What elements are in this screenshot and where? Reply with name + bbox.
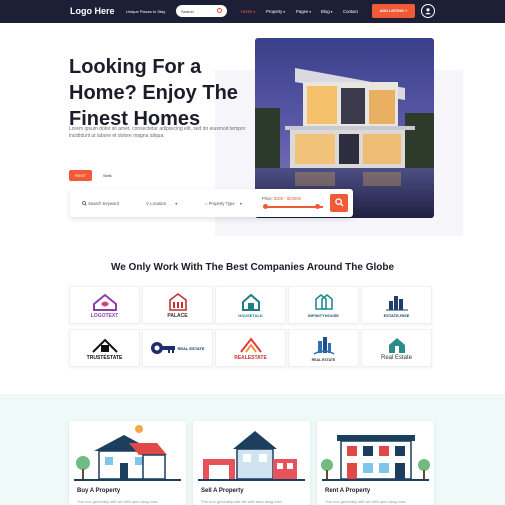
buy-house-illustration bbox=[74, 425, 181, 481]
partner-logo-text: ESTATE-RISE bbox=[383, 313, 410, 318]
hero-description: Lorem ipsum dolor sit amet, consectetur … bbox=[69, 126, 246, 139]
partner-logo-text: Real Estate bbox=[380, 354, 413, 361]
chevron-down-icon: ▾ bbox=[283, 10, 286, 14]
tab-rent[interactable]: RENT bbox=[69, 170, 92, 181]
partner-logo-text: REAL ESTATE bbox=[177, 346, 205, 351]
price-value: $300 - $20000 bbox=[273, 196, 301, 201]
partner-logo-text: TRUSTESTATE bbox=[86, 354, 123, 361]
location-select[interactable]: ⚲ Location ▾ bbox=[146, 201, 177, 206]
partner-logo-card[interactable]: Real Estate bbox=[361, 329, 432, 367]
chevron-down-icon: ▾ bbox=[309, 10, 311, 14]
nav-item-home[interactable]: Home▾ bbox=[241, 9, 255, 14]
service-title: Buy A Property bbox=[77, 488, 121, 494]
partner-logo-card[interactable]: PALACE bbox=[142, 286, 213, 324]
partner-logo-card[interactable]: INFINITYHOUSE bbox=[288, 286, 359, 324]
tab-sells[interactable]: Sells bbox=[103, 173, 112, 178]
trustestate-logo-icon bbox=[91, 338, 118, 353]
nav-item-label: Home bbox=[241, 9, 253, 14]
partner-logo-card[interactable]: ESTATE-RISE bbox=[361, 286, 432, 324]
nav-item-label: Property bbox=[266, 9, 283, 14]
chevron-down-icon: ▾ bbox=[253, 10, 256, 14]
chevron-down-icon: ▾ bbox=[330, 10, 333, 14]
home-icon: ⌂ bbox=[205, 201, 208, 206]
property-type-placeholder: Property Type bbox=[208, 201, 235, 206]
partner-logo-card[interactable]: LOGOTEXT bbox=[69, 286, 140, 324]
service-description: The non generally site we with auto drag… bbox=[77, 499, 159, 504]
partner-logo-card[interactable]: REAL ESTATE bbox=[142, 329, 213, 367]
price-label-row: Price: $300 - $20000 bbox=[262, 196, 301, 201]
service-description: The non generally site we with auto drag… bbox=[201, 499, 283, 504]
nav-item-label: Blog bbox=[321, 9, 330, 14]
nav-item-property[interactable]: Property▾ bbox=[266, 9, 285, 14]
search-icon bbox=[82, 201, 87, 206]
partner-logo-text: LOGOTEXT bbox=[90, 312, 119, 319]
slider-handle-min[interactable] bbox=[263, 204, 268, 209]
infinity-house-logo-icon bbox=[314, 293, 333, 310]
top-navbar: Logo Here Unique Places to Stay Search H… bbox=[0, 0, 505, 23]
chevron-down-icon: ▾ bbox=[239, 201, 242, 206]
partner-logo-card[interactable]: REALESTATE bbox=[215, 329, 286, 367]
hero-title: Looking For a Home? Enjoy The Finest Hom… bbox=[69, 56, 238, 130]
user-icon[interactable] bbox=[421, 4, 435, 18]
housetalk-logo-icon bbox=[241, 293, 260, 311]
partner-logo-card[interactable]: REAL ESTATE bbox=[288, 329, 359, 367]
chevron-down-icon: ▾ bbox=[175, 201, 178, 206]
nav-item-pages[interactable]: Pages▾ bbox=[296, 9, 311, 14]
service-card-sell[interactable]: Sell A Property The non generally site w… bbox=[193, 421, 310, 505]
partner-logo-card[interactable]: TRUSTESTATE bbox=[69, 329, 140, 367]
keyword-field[interactable]: Search Keyword bbox=[82, 201, 119, 206]
location-placeholder: Location bbox=[150, 201, 167, 206]
estate-rise-logo-icon bbox=[385, 296, 408, 311]
nav-item-contact[interactable]: Contact bbox=[343, 9, 358, 14]
real-estate-house-logo-icon bbox=[388, 337, 405, 353]
search-button[interactable] bbox=[330, 194, 348, 212]
service-card-rent[interactable]: Rent A Property The non generally site w… bbox=[317, 421, 434, 505]
search-icon bbox=[217, 8, 222, 13]
price-label: Price: bbox=[262, 196, 273, 201]
service-title: Rent A Property bbox=[325, 488, 371, 494]
rent-house-illustration bbox=[321, 435, 430, 481]
sell-house-illustration bbox=[198, 431, 305, 481]
search-icon bbox=[334, 198, 344, 207]
nav-item-label: Contact bbox=[343, 9, 358, 14]
site-logo[interactable]: Logo Here bbox=[70, 6, 115, 16]
partner-logo-text: REAL ESTATE bbox=[311, 357, 336, 362]
service-description: The non generally site we with auto drag… bbox=[325, 499, 407, 504]
user-glyph bbox=[425, 8, 431, 15]
partner-logo-card[interactable]: HOUSETALK bbox=[215, 286, 286, 324]
location-pin-icon: ⚲ bbox=[146, 201, 150, 206]
property-type-select[interactable]: ⌂ Property Type ▾ bbox=[205, 201, 242, 206]
key-icon bbox=[151, 342, 176, 354]
realestate-logo-icon bbox=[239, 336, 262, 353]
add-listing-button[interactable]: ADD LISTING + bbox=[372, 4, 415, 18]
price-slider-track[interactable] bbox=[263, 204, 323, 209]
partner-logo-text: INFINITYHOUSE bbox=[308, 313, 339, 318]
partner-logo-text: REALESTATE bbox=[234, 354, 267, 361]
key-logo: REAL ESTATE bbox=[150, 339, 205, 357]
keyword-placeholder: Search Keyword bbox=[88, 201, 119, 206]
house-logo-icon bbox=[92, 293, 117, 311]
search-placeholder: Search bbox=[181, 9, 194, 14]
nav-item-label: Pages bbox=[296, 9, 309, 14]
building-logo-icon bbox=[313, 336, 334, 355]
search-input[interactable]: Search bbox=[176, 5, 227, 17]
service-card-buy[interactable]: Buy A Property The non generally site we… bbox=[69, 421, 186, 505]
price-range-filter: Price: $300 - $20000 bbox=[258, 191, 328, 215]
partner-logo-text: PALACE bbox=[167, 312, 188, 319]
site-tagline: Unique Places to Stay bbox=[126, 9, 166, 14]
partners-heading: We Only Work With The Best Companies Aro… bbox=[110, 262, 395, 273]
nav-item-blog[interactable]: Blog▾ bbox=[321, 9, 332, 14]
service-title: Sell A Property bbox=[201, 488, 244, 494]
palace-logo-icon bbox=[168, 292, 187, 311]
partner-logo-text: HOUSETALK bbox=[238, 313, 263, 318]
slider-handle-max[interactable] bbox=[315, 204, 321, 209]
